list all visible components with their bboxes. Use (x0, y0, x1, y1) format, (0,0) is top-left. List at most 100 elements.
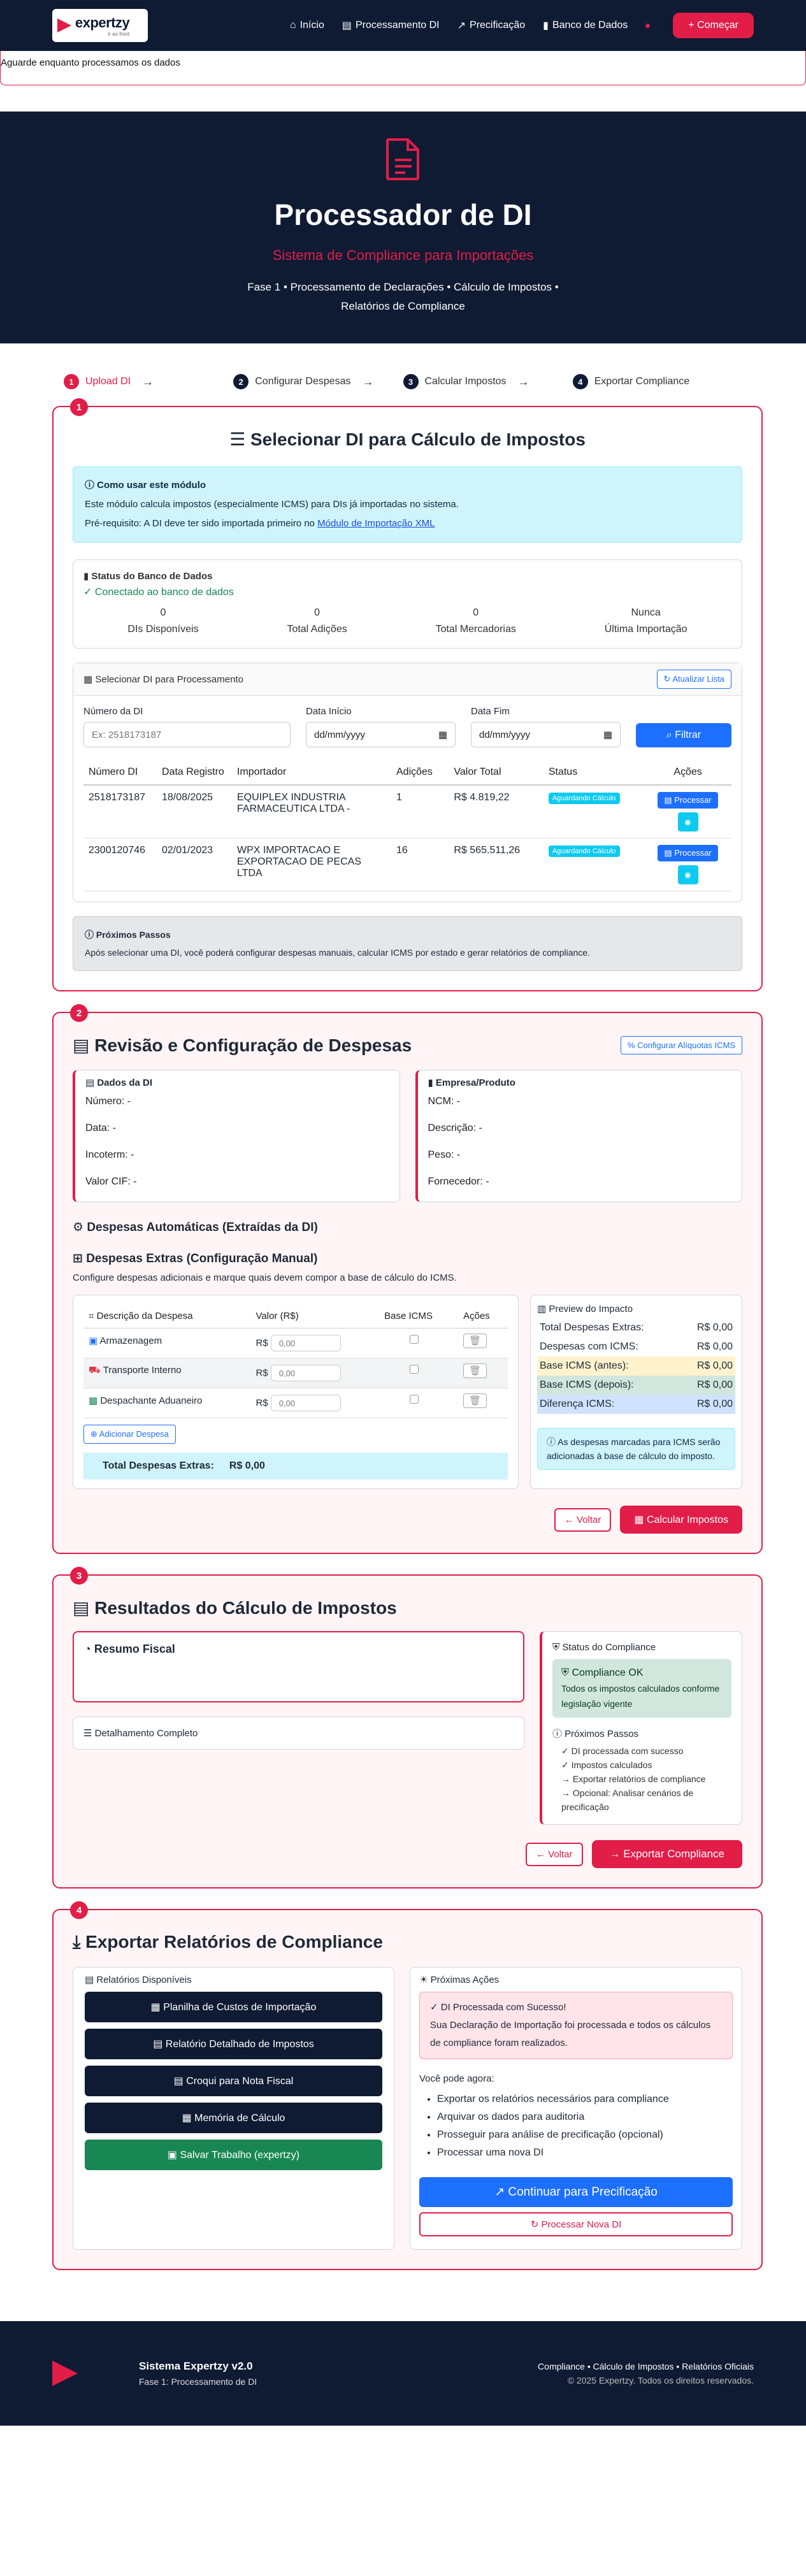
step-exportar[interactable]: 4 Exportar Compliance (572, 374, 742, 389)
hero-desc-2: Relatórios de Compliance (341, 300, 465, 312)
nav-label: Processamento DI (356, 20, 440, 31)
config-icms-label: Configurar Alíquotas ICMS (637, 1040, 735, 1050)
success-text: Sua Declaração de Importação foi process… (430, 2020, 711, 2048)
preview-value: R$ 0,00 (696, 1379, 733, 1390)
list-item: Prosseguir para análise de precificação … (437, 2126, 733, 2144)
config-icms-button[interactable]: % Configurar Alíquotas ICMS (620, 1036, 742, 1054)
gear-icon: ⚙ (73, 1221, 87, 1234)
back-button[interactable]: ← Voltar (554, 1507, 612, 1532)
eye-icon[interactable]: ◉ (677, 812, 698, 831)
cell-data: 02/01/2023 (157, 838, 232, 891)
action-cell: 🗑 (458, 1358, 508, 1388)
step-upload[interactable]: 1 Upload DI → (64, 374, 233, 389)
ok-text: Todos os impostos calculados conforme le… (561, 1683, 720, 1709)
currency: R$ (255, 1367, 268, 1379)
list-item: ✓ Impostos calculados (561, 1760, 652, 1770)
stepper: 1 Upload DI → 2 Configurar Despesas → 3 Calcu… (0, 343, 806, 406)
auto-expenses-title: Despesas Automáticas (Extraídas da DI) (87, 1221, 318, 1234)
trash-icon[interactable]: 🗑 (463, 1364, 487, 1378)
process-button[interactable]: ▤ Processar (658, 792, 718, 809)
next-steps-box: ⓘ Próximos Passos Após selecionar uma DI… (73, 916, 742, 971)
section-despesas: 2 ▤ Revisão e Configuração de Despesas %… (52, 1004, 763, 1554)
eye-icon[interactable]: ◉ (677, 865, 698, 884)
table-icon: ▦ (83, 674, 96, 685)
list-icon: ▤ (73, 1598, 95, 1618)
stat-label: Última Importação (604, 624, 687, 635)
preview-row: Base ICMS (antes): R$ 0,00 (537, 1356, 735, 1376)
expense-value-input[interactable]: 0,00 (270, 1365, 341, 1381)
filter-button[interactable]: ⌕ Filtrar (636, 723, 731, 747)
start-button[interactable]: + Começar (673, 13, 754, 38)
nav-link-inicio[interactable]: ⌂ Início (290, 20, 324, 31)
logo-text: expertzy (75, 14, 130, 31)
refresh-button[interactable]: ↻ Atualizar Lista (656, 670, 731, 689)
nav-link-processamento[interactable]: ▤ Processamento DI (342, 19, 440, 32)
table-row[interactable]: 2300120746 02/01/2023 WPX IMPORTACAO E E… (83, 838, 731, 891)
expense-value-input[interactable]: 0,00 (270, 1335, 341, 1351)
preview-label: Base ICMS (depois): (540, 1379, 634, 1390)
preview-value: R$ 0,00 (696, 1360, 733, 1371)
expense-value-cell: R$ 0,00 (250, 1358, 380, 1388)
calendar-icon: ▦ (438, 730, 447, 740)
back-button[interactable]: ← Voltar (525, 1842, 583, 1866)
export-tax-report-button[interactable]: ▤ Relatório Detalhado de Impostos (85, 2029, 382, 2059)
list-item: ✓ DI processada com sucesso (561, 1746, 684, 1756)
fiscal-summary-title: Resumo Fiscal (94, 1643, 175, 1655)
end-date-input[interactable]: dd/mm/yyyy ▦ (471, 722, 621, 747)
export-compliance-button[interactable]: → Exportar Compliance (591, 1840, 742, 1868)
di-table: Número DI Data Registro Importador Adiçõ… (83, 760, 731, 891)
icms-checkbox[interactable] (410, 1395, 419, 1404)
import-module-link[interactable]: Módulo de Importação XML (317, 518, 435, 529)
continue-pricing-label: Continuar para Precificação (508, 2185, 658, 2199)
table-row[interactable]: 2518173187 18/08/2025 EQUIPLEX INDUSTRIA… (83, 785, 731, 838)
document-icon: ▤ (342, 20, 352, 31)
step-impostos[interactable]: 3 Calcular Impostos → (403, 374, 573, 389)
select-di-card: ▦ Selecionar DI para Processamento ↻ Atu… (73, 663, 742, 902)
section-number: 4 (70, 1901, 88, 1919)
trash-icon[interactable]: 🗑 (463, 1334, 487, 1348)
nav-link-precificacao[interactable]: ↗ Precificação (457, 19, 526, 32)
add-expense-button[interactable]: ⊕ Adicionar Despesa (83, 1425, 176, 1444)
logo[interactable]: expertzy ir ao front (52, 9, 148, 42)
expense-value-input[interactable]: 0,00 (270, 1395, 341, 1411)
arrow-right-icon: → (362, 375, 374, 388)
start-date-input[interactable]: dd/mm/yyyy ▦ (306, 722, 456, 747)
export-calc-memory-button[interactable]: ▦ Memória de Cálculo (85, 2103, 382, 2133)
section-number: 2 (70, 1004, 88, 1022)
btn-label: Memória de Cálculo (194, 2113, 285, 2124)
col-header: Status (543, 760, 645, 786)
download-icon: ⤓ (73, 1932, 86, 1952)
icms-checkbox-cell (379, 1358, 459, 1388)
di-number-input[interactable]: Ex: 2518173187 (83, 722, 291, 747)
new-di-button[interactable]: ↻ Processar Nova DI (419, 2212, 733, 2236)
step-label: Calcular Impostos (424, 376, 507, 387)
currency: R$ (255, 1337, 268, 1349)
col-header: Adições (391, 760, 449, 786)
refresh-icon: ↻ (530, 2219, 542, 2230)
howto-text-2: Pré-requisito: A DI deve ter sido import… (85, 518, 318, 529)
section-number: 1 (70, 398, 88, 416)
icms-checkbox[interactable] (410, 1335, 419, 1344)
arrow-left-icon: ← (564, 1514, 577, 1525)
emp-fornecedor: Fornecedor: - (428, 1176, 489, 1187)
expense-desc: Armazenagem (99, 1335, 162, 1346)
start-date-placeholder: dd/mm/yyyy (314, 729, 366, 740)
calculate-button[interactable]: ▦ Calcular Impostos (620, 1506, 742, 1534)
expense-value-placeholder: 0,00 (278, 1338, 296, 1348)
nav-link-banco[interactable]: ▮ Banco de Dados (543, 19, 628, 32)
continue-pricing-button[interactable]: ↗ Continuar para Precificação (419, 2177, 733, 2207)
process-button[interactable]: ▤ Processar (658, 845, 718, 861)
step-despesas[interactable]: 2 Configurar Despesas → (233, 374, 403, 389)
calculate-label: Calcular Impostos (646, 1515, 728, 1525)
trash-icon[interactable]: 🗑 (463, 1393, 487, 1408)
files-icon: ▤ (85, 1975, 97, 1985)
list-icon: ☰ (83, 1728, 95, 1739)
next-steps-list: ✓ DI processada com sucesso ✓ Impostos c… (552, 1744, 731, 1814)
loading-banner: Aguarde enquanto processamos os dados (0, 51, 806, 85)
preview-label: Diferença ICMS: (540, 1399, 615, 1409)
save-work-button[interactable]: ▣ Salvar Trabalho (expertzy) (85, 2140, 382, 2170)
export-invoice-draft-button[interactable]: ▤ Croqui para Nota Fiscal (85, 2066, 382, 2096)
export-spreadsheet-button[interactable]: ▦ Planilha de Custos de Importação (85, 1992, 382, 2022)
icms-checkbox[interactable] (410, 1365, 419, 1374)
next-title: Próximos Passos (96, 930, 171, 940)
